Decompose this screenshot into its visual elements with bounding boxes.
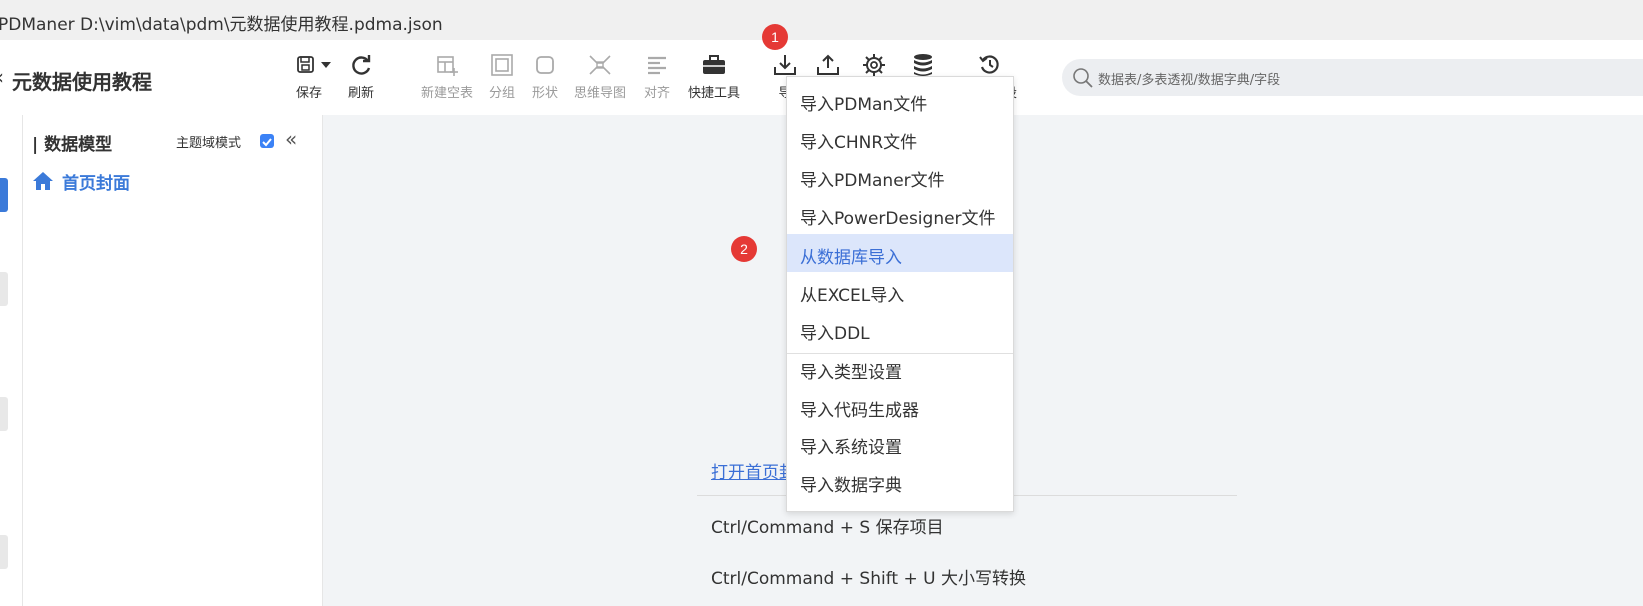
import-menu: 导入PDMan文件 导入CHNR文件 导入PDManer文件 导入PowerDe… (786, 76, 1014, 512)
database-icon (914, 54, 932, 76)
save-label: 保存 (295, 86, 322, 101)
menu-item-import-ddl[interactable]: 导入DDL (787, 310, 1013, 348)
menu-item-import-data-dictionary[interactable]: 导入数据字典 (787, 462, 1013, 500)
align-icon (648, 56, 666, 75)
sidebar-item-label: 首页封面 (62, 174, 130, 194)
group-label: 分组 (488, 86, 515, 101)
menu-item-import-excel[interactable]: 从EXCEL导入 (787, 272, 1013, 310)
refresh-label: 刷新 (347, 86, 374, 101)
import-icon (774, 55, 796, 75)
window-title: PDManer D:\vim\data\pdm\元数据使用教程.pdma.jso… (0, 15, 443, 35)
export-button[interactable] (813, 52, 843, 78)
check-icon (262, 138, 272, 147)
history-icon (979, 55, 999, 74)
home-icon (33, 172, 53, 190)
back-icon[interactable]: ‹ (0, 65, 4, 89)
quick-tools-button[interactable]: 快捷工具 (682, 52, 746, 101)
sidebar-item-home[interactable]: 首页封面 (32, 169, 130, 194)
collapse-sidebar-button[interactable]: « (285, 127, 297, 151)
strip-item[interactable] (0, 397, 8, 431)
shape-label: 形状 (531, 86, 558, 101)
save-icon (297, 56, 331, 73)
mindmap-icon (589, 55, 611, 75)
left-strip (0, 115, 23, 606)
refresh-icon (352, 55, 371, 75)
settings-button[interactable] (859, 52, 889, 78)
menu-item-import-from-database[interactable]: 从数据库导入 (787, 234, 1013, 272)
menu-item-import-system-settings[interactable]: 导入系统设置 (787, 424, 1013, 462)
align-button[interactable]: 对齐 (635, 52, 679, 101)
mindmap-button[interactable]: 思维导图 (568, 52, 632, 101)
menu-item-import-pdman[interactable]: 导入PDMan文件 (787, 81, 1013, 119)
align-label: 对齐 (643, 86, 670, 101)
search-box[interactable]: 数据表/多表透视/数据字典/字段 (1062, 59, 1643, 96)
strip-item[interactable] (0, 535, 8, 569)
new-table-label: 新建空表 (420, 86, 473, 101)
shortcut-case: Ctrl/Command + Shift + U 大小写转换 (711, 569, 1026, 589)
open-home-link[interactable]: 打开首页封 (711, 458, 796, 483)
shape-icon (536, 56, 554, 74)
shortcut-save: Ctrl/Command + S 保存项目 (711, 518, 944, 538)
search-icon (1073, 68, 1093, 88)
subject-mode-label: 主题域模式 (176, 136, 242, 151)
menu-item-import-chnr[interactable]: 导入CHNR文件 (787, 119, 1013, 157)
refresh-button[interactable]: 刷新 (339, 52, 383, 101)
step-badge-2: 2 (731, 236, 757, 262)
sidebar: | 数据模型 主题域模式 « 首页封面 (23, 115, 323, 606)
search-input[interactable]: 数据表/多表透视/数据字典/字段 (1098, 69, 1280, 88)
database-button[interactable] (908, 52, 938, 78)
quick-tools-label: 快捷工具 (687, 86, 740, 101)
menu-item-import-type-settings[interactable]: 导入类型设置 (787, 349, 1013, 387)
shape-button[interactable]: 形状 (523, 52, 567, 101)
group-button[interactable]: 分组 (480, 52, 524, 101)
strip-active-item[interactable] (0, 178, 8, 212)
step-badge-1: 1 (762, 24, 788, 50)
project-title: 元数据使用教程 (12, 70, 152, 94)
new-table-icon (437, 56, 458, 76)
strip-item[interactable] (0, 272, 8, 306)
subject-mode-checkbox[interactable] (260, 134, 274, 148)
save-button[interactable]: 保存 (292, 52, 340, 101)
sidebar-title: | 数据模型 (32, 135, 113, 155)
menu-item-import-pdmaner[interactable]: 导入PDManer文件 (787, 157, 1013, 195)
menu-item-import-code-generator[interactable]: 导入代码生成器 (787, 387, 1013, 425)
export-icon (817, 54, 839, 75)
gear-icon (863, 54, 885, 76)
toolbox-icon (703, 55, 725, 74)
menu-item-import-powerdesigner[interactable]: 导入PowerDesigner文件 (787, 195, 1013, 233)
group-icon (491, 54, 513, 76)
mindmap-label: 思维导图 (573, 86, 626, 101)
new-table-button[interactable]: 新建空表 (415, 52, 479, 101)
title-bar: PDManer D:\vim\data\pdm\元数据使用教程.pdma.jso… (0, 0, 1643, 40)
